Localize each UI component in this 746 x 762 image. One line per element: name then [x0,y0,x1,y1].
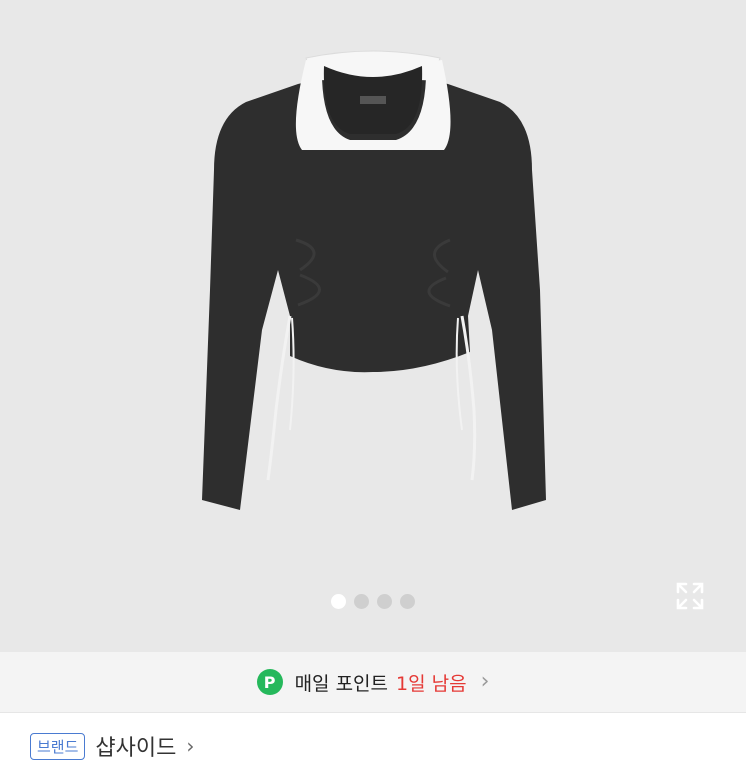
points-icon: P [256,669,283,695]
chevron-right-icon: › [186,734,195,758]
brand-name[interactable]: 샵사이드 [95,730,176,762]
carousel-dot[interactable] [354,594,369,609]
chevron-right-icon: › [480,669,490,694]
carousel-indicator [0,594,746,609]
product-image-carousel[interactable] [0,0,746,652]
daily-points-banner[interactable]: P 매일 포인트 1일 남음 › [0,652,746,713]
points-remaining: 1일 남음 [396,672,467,695]
expand-icon[interactable] [674,580,706,612]
carousel-dot[interactable] [400,594,415,609]
carousel-dot[interactable] [377,594,392,609]
points-label: 매일 포인트 [294,672,389,695]
brand-link[interactable]: 브랜드 샵사이드 › [30,730,194,762]
brand-tag: 브랜드 [30,732,86,760]
product-image [202,50,546,510]
carousel-dot-active[interactable] [331,594,346,609]
